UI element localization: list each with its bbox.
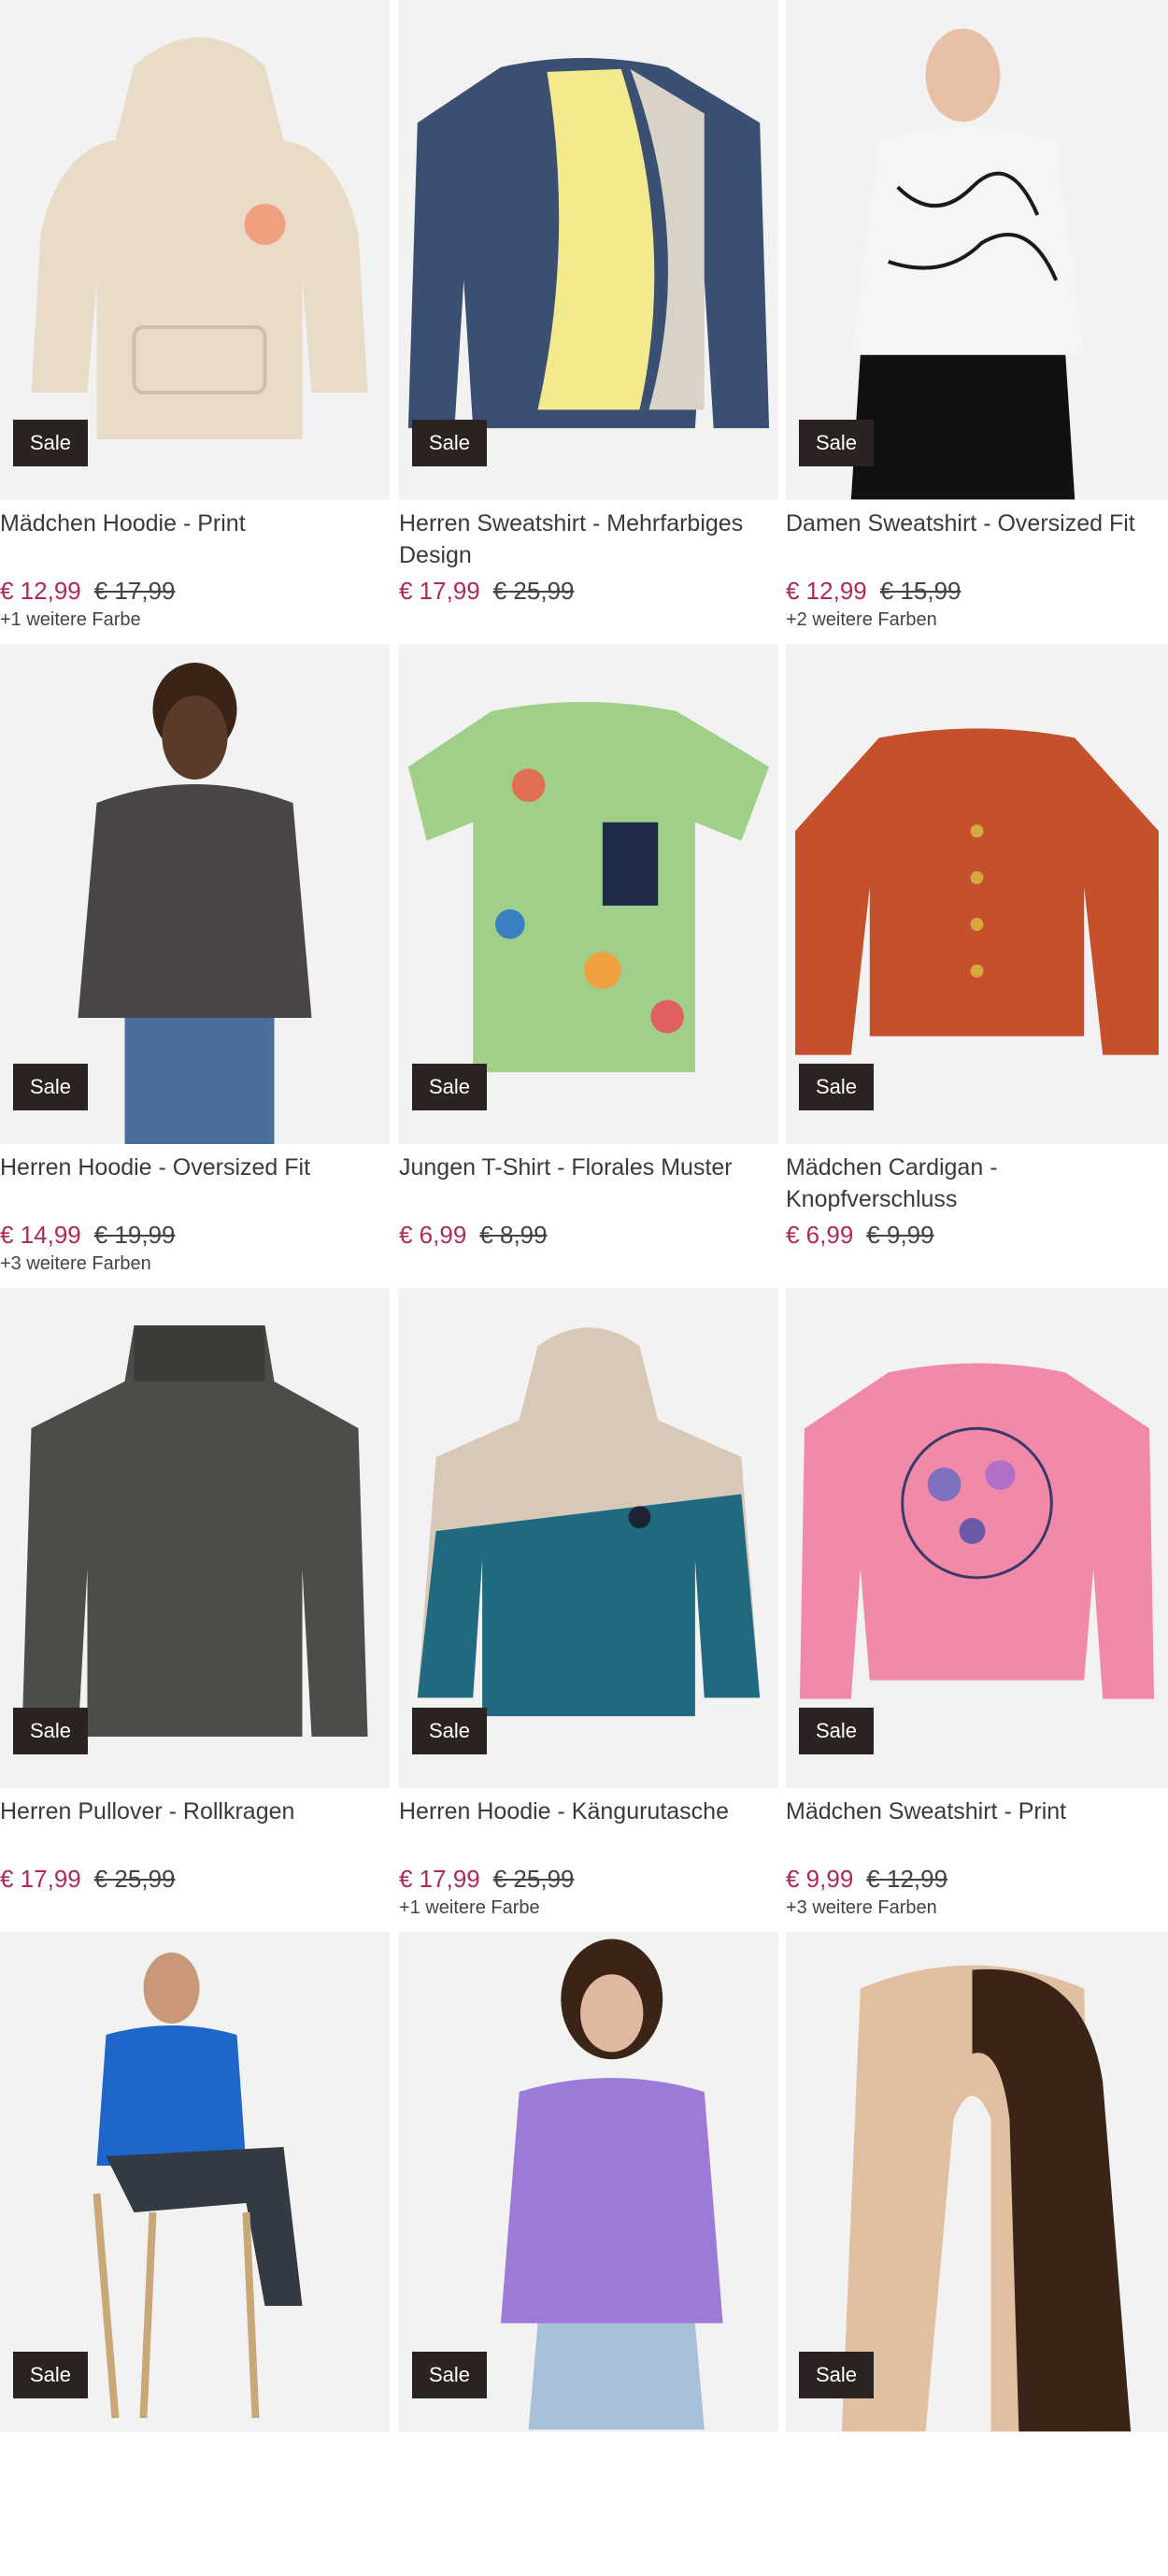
price-row: € 9,99 € 12,99 — [786, 1863, 947, 1895]
product-image[interactable]: Sale — [0, 1932, 390, 2432]
product-card[interactable]: Sale Herren Sweatshirt - Mehrfarbiges Des… — [390, 0, 779, 644]
product-image[interactable]: Sale — [786, 644, 1168, 1144]
product-title[interactable]: Herren Sweatshirt - Mehrfarbiges Design — [399, 508, 773, 571]
product-image[interactable]: Sale — [0, 644, 390, 1144]
product-title[interactable]: Mädchen Hoodie - Print — [0, 508, 383, 539]
sale-badge: Sale — [412, 1708, 488, 1754]
more-colors-label[interactable]: +1 weitere Farbe — [399, 1897, 540, 1919]
original-price: € 9,99 — [866, 1221, 934, 1249]
sale-badge: Sale — [412, 420, 488, 466]
product-image[interactable]: Sale — [0, 0, 390, 500]
product-card[interactable]: Sale Herren Hoodie - Kängurutasche € 17,99… — [390, 1288, 779, 1932]
sale-badge: Sale — [412, 2352, 488, 2398]
more-colors-label[interactable]: +3 weitere Farben — [786, 1897, 937, 1919]
original-price: € 25,99 — [492, 1865, 575, 1893]
original-price: € 17,99 — [93, 577, 176, 605]
product-card[interactable]: Sale Mädchen Sweatshirt - Print € 9,99 € 12… — [779, 1288, 1168, 1932]
price-row: € 17,99 € 25,99 — [399, 1863, 575, 1895]
sale-price: € 12,99 — [0, 577, 81, 605]
sale-price: € 6,99 — [399, 1221, 467, 1249]
more-colors-label[interactable]: +2 weitere Farben — [786, 609, 937, 631]
sale-price: € 17,99 — [0, 1865, 81, 1893]
product-image[interactable]: Sale — [786, 0, 1168, 500]
product-title[interactable]: Mädchen Cardigan - Knopfverschluss — [786, 1152, 1168, 1215]
price-row: € 6,99 € 8,99 — [399, 1219, 548, 1251]
product-card[interactable]: Sale — [779, 1932, 1168, 2576]
product-card[interactable]: Sale Herren Pullover - Rollkragen € 17,99 €… — [0, 1288, 390, 1932]
product-title[interactable]: Herren Hoodie - Oversized Fit — [0, 1152, 383, 1183]
original-price: € 19,99 — [93, 1221, 176, 1249]
product-card[interactable]: Sale Jungen T-Shirt - Florales Muster € 6,… — [390, 644, 779, 1288]
more-colors-label[interactable]: +1 weitere Farbe — [0, 609, 141, 631]
product-grid: Sale Mädchen Hoodie - Print € 12,99 € 17,99… — [0, 0, 1168, 2576]
sale-price: € 17,99 — [399, 577, 480, 605]
product-title[interactable]: Mädchen Sweatshirt - Print — [786, 1796, 1168, 1827]
product-card[interactable]: Sale — [0, 1932, 390, 2576]
product-image[interactable]: Sale — [0, 1288, 390, 1788]
original-price: € 12,99 — [866, 1865, 948, 1893]
price-row: € 6,99 € 9,99 — [786, 1219, 934, 1251]
sale-price: € 9,99 — [786, 1865, 854, 1893]
price-row — [399, 2507, 412, 2539]
product-image[interactable]: Sale — [399, 1932, 778, 2432]
product-image[interactable]: Sale — [399, 1288, 778, 1788]
original-price: € 8,99 — [479, 1221, 548, 1249]
sale-price: € 12,99 — [786, 577, 867, 605]
sale-badge: Sale — [13, 1064, 89, 1110]
price-row: € 12,99 € 15,99 — [786, 575, 961, 607]
sale-badge: Sale — [13, 420, 89, 466]
sale-badge: Sale — [799, 1708, 875, 1754]
sale-badge: Sale — [799, 1064, 875, 1110]
sale-price: € 6,99 — [786, 1221, 854, 1249]
sale-badge: Sale — [13, 2352, 89, 2398]
sale-badge: Sale — [412, 1064, 488, 1110]
product-title[interactable]: Herren Pullover - Rollkragen — [0, 1796, 383, 1827]
sale-badge: Sale — [799, 420, 875, 466]
original-price: € 25,99 — [492, 577, 575, 605]
price-row — [786, 2507, 799, 2539]
price-row: € 14,99 € 19,99 — [0, 1219, 176, 1251]
price-row: € 17,99 € 25,99 — [399, 575, 575, 607]
original-price: € 15,99 — [879, 577, 961, 605]
product-image[interactable]: Sale — [786, 1288, 1168, 1788]
product-image[interactable]: Sale — [786, 1932, 1168, 2432]
product-image[interactable]: Sale — [399, 644, 778, 1144]
sale-badge: Sale — [13, 1708, 89, 1754]
original-price: € 25,99 — [93, 1865, 176, 1893]
product-card[interactable]: Sale Mädchen Cardigan - Knopfverschluss € … — [779, 644, 1168, 1288]
product-image[interactable]: Sale — [399, 0, 778, 500]
price-row: € 12,99 € 17,99 — [0, 575, 176, 607]
product-title[interactable]: Damen Sweatshirt - Oversized Fit — [786, 508, 1168, 539]
sale-price: € 14,99 — [0, 1221, 81, 1249]
product-card[interactable]: Sale Mädchen Hoodie - Print € 12,99 € 17,99… — [0, 0, 390, 644]
product-card[interactable]: Sale Herren Hoodie - Oversized Fit € 14,99… — [0, 644, 390, 1288]
product-card[interactable]: Sale Damen Sweatshirt - Oversized Fit € 12… — [779, 0, 1168, 644]
sale-price: € 17,99 — [399, 1865, 480, 1893]
product-title[interactable]: Jungen T-Shirt - Florales Muster — [399, 1152, 773, 1183]
price-row: € 17,99 € 25,99 — [0, 1863, 176, 1895]
more-colors-label[interactable]: +3 weitere Farben — [0, 1253, 151, 1275]
product-card[interactable]: Sale — [390, 1932, 779, 2576]
price-row — [0, 2507, 13, 2539]
product-title[interactable]: Herren Hoodie - Kängurutasche — [399, 1796, 773, 1827]
sale-badge: Sale — [799, 2352, 875, 2398]
